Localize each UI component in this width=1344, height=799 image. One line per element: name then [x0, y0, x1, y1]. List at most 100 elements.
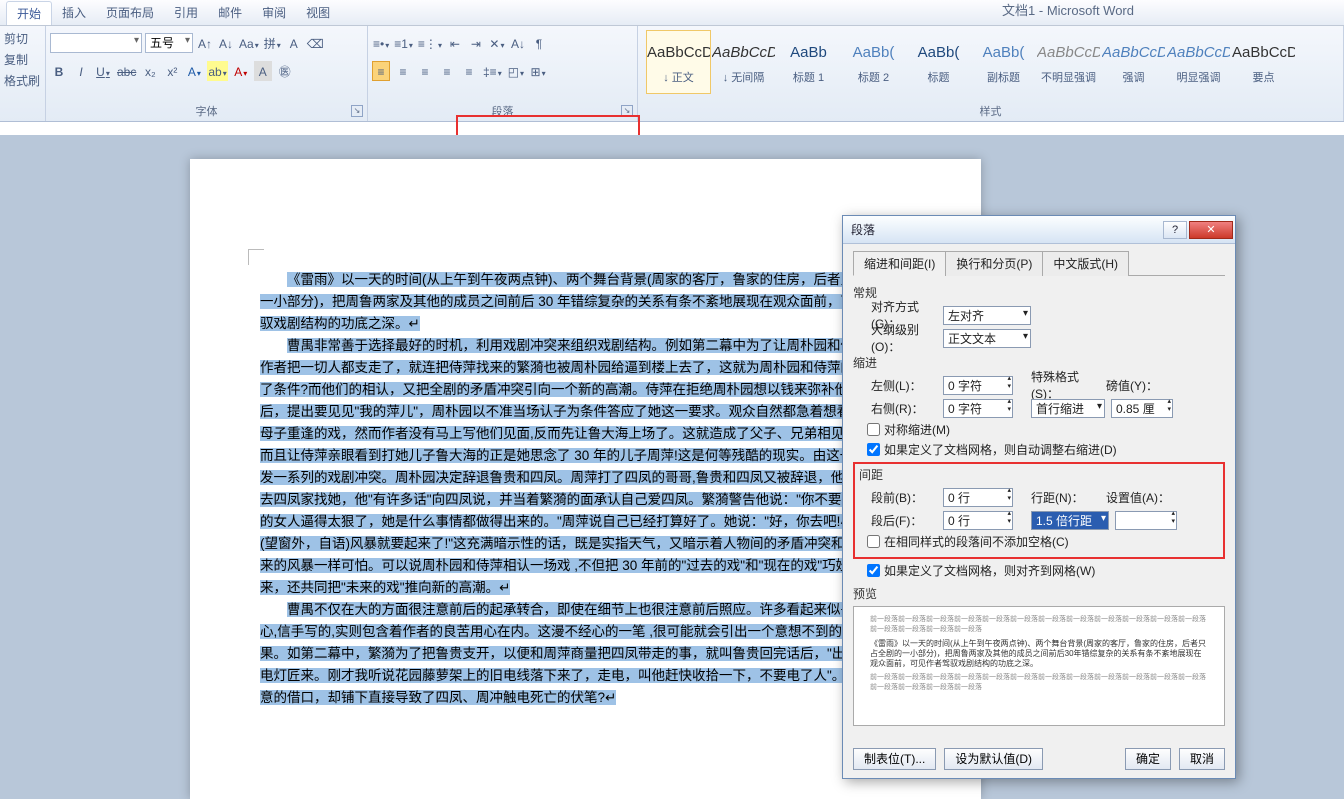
highlight-button[interactable]: ab [207, 61, 227, 81]
ok-button[interactable]: 确定 [1125, 748, 1171, 770]
group-paragraph-label: 段落 [368, 103, 637, 119]
help-button[interactable]: ? [1163, 221, 1187, 239]
sort-button[interactable]: A↓ [509, 33, 527, 53]
change-case-button[interactable]: Aa [238, 33, 260, 53]
bullets-button[interactable]: ≡• [372, 33, 390, 53]
paragraph-dialog: 段落 ? ✕ 缩进和间距(I) 换行和分页(P) 中文版式(H) 常规 对齐方式… [842, 215, 1236, 779]
group-styles: AaBbCcDd↓ 正文AaBbCcDd↓ 无间隔AaBb标题 1AaBb(标题… [638, 26, 1344, 121]
italic-button[interactable]: I [72, 61, 90, 81]
shading-button[interactable]: ◰ [507, 61, 525, 81]
style-item[interactable]: AaBbCcDd不明显强调 [1036, 30, 1101, 94]
preview-pane: 前一段落前一段落前一段落前一段落前一段落前一段落前一段落前一段落前一段落前一段落… [853, 606, 1225, 726]
at-spinner[interactable] [1115, 511, 1177, 530]
style-item[interactable]: AaBb(副标题 [971, 30, 1036, 94]
no-space-checkbox[interactable]: 在相同样式的段落间不添加空格(C) [867, 533, 1219, 550]
tab-references[interactable]: 引用 [164, 1, 208, 24]
by-spinner[interactable]: 0.85 厘 [1111, 399, 1173, 418]
tab-layout[interactable]: 页面布局 [96, 1, 164, 24]
char-border-button[interactable]: A [285, 33, 303, 53]
group-font-label: 字体 [46, 103, 367, 119]
style-item[interactable]: AaBbCcDd明显强调 [1166, 30, 1231, 94]
mirror-indent-checkbox[interactable]: 对称缩进(M) [867, 421, 1225, 438]
align-right-button[interactable]: ≡ [416, 61, 434, 81]
font-color-button[interactable]: A [232, 61, 250, 81]
tab-asian[interactable]: 中文版式(H) [1042, 251, 1129, 276]
at-label: 设置值(A)： [1106, 489, 1174, 506]
style-item[interactable]: AaBbCcDd强调 [1101, 30, 1166, 94]
borders-button[interactable]: ⊞ [529, 61, 547, 81]
tab-mailings[interactable]: 邮件 [208, 1, 252, 24]
outline-label: 大纲级别(O)： [871, 321, 943, 355]
enclose-char-button[interactable]: ㊩ [276, 61, 294, 81]
superscript-button[interactable]: x² [163, 61, 181, 81]
style-item[interactable]: AaBb(标题 2 [841, 30, 906, 94]
tab-line-page[interactable]: 换行和分页(P) [945, 251, 1043, 276]
indent-left-label: 左侧(L)： [871, 377, 943, 394]
align-center-button[interactable]: ≡ [394, 61, 412, 81]
close-button[interactable]: ✕ [1189, 221, 1233, 239]
decrease-indent-button[interactable]: ⇤ [446, 33, 464, 53]
style-item[interactable]: AaBbCcDd要点 [1231, 30, 1296, 94]
cut-button[interactable]: 剪切 [4, 28, 41, 49]
indent-right-label: 右侧(R)： [871, 400, 943, 417]
line-spacing-select[interactable]: 1.5 倍行距 [1031, 511, 1109, 530]
distribute-button[interactable]: ≡ [460, 61, 478, 81]
show-marks-button[interactable]: ¶ [530, 33, 548, 53]
section-preview: 预览 [853, 585, 1225, 602]
style-item[interactable]: AaBb标题 1 [776, 30, 841, 94]
grid-indent-checkbox[interactable]: 如果定义了文档网格，则自动调整右缩进(D) [867, 441, 1225, 458]
indent-left-spinner[interactable]: 0 字符 [943, 376, 1013, 395]
ribbon: 剪切 复制 格式刷 五号 A↑ A↓ Aa 拼 A ⌫ B I U abc x₂… [0, 26, 1344, 122]
strike-button[interactable]: abc [116, 61, 137, 81]
copy-button[interactable]: 复制 [4, 49, 41, 70]
subscript-button[interactable]: x₂ [141, 61, 159, 81]
style-item[interactable]: AaBb(标题 [906, 30, 971, 94]
paragraph-launcher-icon[interactable]: ↘ [621, 105, 633, 117]
default-button[interactable]: 设为默认值(D) [944, 748, 1043, 770]
bold-button[interactable]: B [50, 61, 68, 81]
group-clipboard: 剪切 复制 格式刷 [0, 26, 46, 121]
tabstops-button[interactable]: 制表位(T)... [853, 748, 936, 770]
window-title: 文档1 - Microsoft Word [1002, 0, 1134, 19]
cancel-button[interactable]: 取消 [1179, 748, 1225, 770]
space-before-spinner[interactable]: 0 行 [943, 488, 1013, 507]
tab-home[interactable]: 开始 [6, 1, 52, 25]
phonetic-guide-button[interactable]: 拼 [263, 33, 282, 53]
align-left-button[interactable]: ≡ [372, 61, 390, 81]
tab-view[interactable]: 视图 [296, 1, 340, 24]
asian-layout-button[interactable]: ✕ [488, 33, 506, 53]
font-launcher-icon[interactable]: ↘ [351, 105, 363, 117]
shrink-font-button[interactable]: A↓ [217, 33, 235, 53]
char-shading-button[interactable]: A [254, 61, 272, 81]
dialog-titlebar: 段落 ? ✕ [843, 216, 1235, 244]
style-item[interactable]: AaBbCcDd↓ 无间隔 [711, 30, 776, 94]
underline-button[interactable]: U [94, 61, 112, 81]
document-text[interactable]: 《雷雨》以一天的时间(从上午到午夜两点钟)、两个舞台背景(周家的客厅，鲁家的住房… [260, 269, 911, 709]
grow-font-button[interactable]: A↑ [196, 33, 214, 53]
tab-review[interactable]: 审阅 [252, 1, 296, 24]
numbering-button[interactable]: ≡1 [393, 33, 414, 53]
increase-indent-button[interactable]: ⇥ [467, 33, 485, 53]
special-select[interactable]: 首行缩进 [1031, 399, 1105, 418]
group-font: 五号 A↑ A↓ Aa 拼 A ⌫ B I U abc x₂ x² A ab A… [46, 26, 368, 121]
justify-button[interactable]: ≡ [438, 61, 456, 81]
space-after-label: 段后(F)： [871, 512, 943, 529]
highlight-spacing-section: 间距 段前(B)： 0 行 行距(N)： 设置值(A)： 段后(F)： 0 行 … [853, 462, 1225, 559]
font-family-combo[interactable] [50, 33, 142, 53]
style-item[interactable]: AaBbCcDd↓ 正文 [646, 30, 711, 94]
grid-space-checkbox[interactable]: 如果定义了文档网格，则对齐到网格(W) [867, 562, 1225, 579]
font-size-combo[interactable]: 五号 [145, 33, 193, 53]
multilevel-button[interactable]: ≡⋮ [417, 33, 443, 53]
format-painter-button[interactable]: 格式刷 [4, 70, 41, 91]
alignment-select[interactable]: 左对齐 [943, 306, 1031, 325]
tab-insert[interactable]: 插入 [52, 1, 96, 24]
text-effects-button[interactable]: A [185, 61, 203, 81]
indent-right-spinner[interactable]: 0 字符 [943, 399, 1013, 418]
tab-indent-spacing[interactable]: 缩进和间距(I) [853, 251, 946, 276]
space-after-spinner[interactable]: 0 行 [943, 511, 1013, 530]
dialog-title: 段落 [851, 221, 875, 238]
outline-select[interactable]: 正文文本 [943, 329, 1031, 348]
clear-format-button[interactable]: ⌫ [306, 33, 325, 53]
text-selection: 曹禺非常善于选择最好的时机，利用戏剧冲突来组织戏剧结构。例如第二幕中为了让周朴园… [260, 338, 909, 595]
line-spacing-button[interactable]: ‡≡ [482, 61, 503, 81]
